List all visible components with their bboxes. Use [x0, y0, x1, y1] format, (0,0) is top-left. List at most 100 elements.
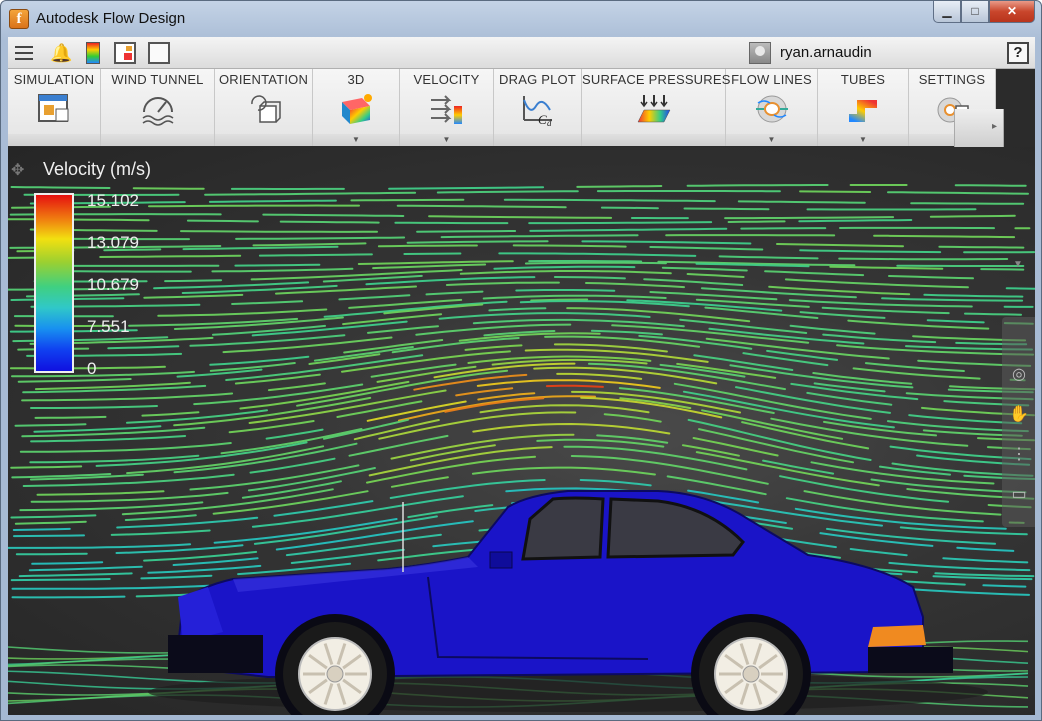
flow-line	[391, 337, 520, 354]
flow-line	[784, 278, 969, 289]
flow-line	[929, 214, 1016, 218]
legend-color-bar	[34, 193, 74, 373]
client-area: 🔔 ryan.arnaudin ? SIMULATION WIND TUNNEL O…	[8, 37, 1035, 715]
flow-line	[388, 186, 545, 190]
flow-line	[252, 242, 367, 247]
ribbon-orientation-button[interactable]: ORIENTATION	[215, 69, 313, 146]
flow-line	[727, 220, 786, 223]
car-taillight	[868, 625, 926, 647]
ribbon-drag-plot-button[interactable]: DRAG PLOT Cd	[494, 69, 582, 146]
flow-line	[515, 289, 616, 292]
flow-line	[1005, 287, 1035, 290]
ribbon-dropdown-arrow[interactable]: ▼	[818, 134, 908, 146]
flow-line	[934, 572, 1035, 578]
flow-line	[416, 230, 517, 233]
flow-line	[110, 529, 211, 536]
move-icon[interactable]: ✥	[11, 160, 24, 180]
minimize-button[interactable]: ▁	[933, 1, 961, 23]
ribbon-dropdown-arrow[interactable]: ▼	[726, 134, 817, 146]
flow-line	[367, 325, 439, 334]
flow-line	[440, 234, 639, 239]
flow-line	[231, 300, 304, 305]
flow-line	[683, 207, 770, 211]
flow-line	[459, 270, 672, 275]
ribbon-label: TUBES	[840, 72, 886, 87]
pan-hand-icon[interactable]: ✋	[1009, 405, 1029, 425]
flow-line	[585, 282, 685, 289]
panel-icon[interactable]	[148, 42, 170, 64]
flow-line	[798, 219, 913, 223]
flow-line	[204, 191, 417, 196]
flow-line	[881, 297, 1024, 302]
orientation-cube-icon	[246, 92, 282, 126]
flow-line	[590, 329, 663, 336]
flow-line	[529, 227, 728, 232]
ribbon-label: SURFACE PRESSURES	[582, 72, 731, 87]
close-button[interactable]: ✕	[989, 1, 1035, 23]
flow-line	[686, 184, 829, 187]
flow-line	[14, 423, 87, 427]
ribbon-simulation-button[interactable]: SIMULATION	[8, 69, 101, 146]
flow-line	[776, 243, 904, 248]
flow-line	[954, 184, 1027, 187]
wind-cone-icon[interactable]: 🔔	[50, 42, 72, 64]
flow-line	[279, 220, 380, 224]
zoom-icon[interactable]: ⋮	[1009, 445, 1029, 465]
ribbon-label: ORIENTATION	[218, 72, 309, 87]
flow-line	[30, 405, 158, 409]
flow-line	[600, 206, 659, 210]
flow-lines-icon	[754, 92, 790, 126]
wheel-front-hub	[326, 665, 344, 683]
flow-line	[493, 265, 636, 270]
flow-line	[576, 185, 663, 188]
flow-line	[13, 534, 85, 538]
legend-toggle-icon[interactable]	[86, 42, 100, 64]
avatar[interactable]	[749, 42, 771, 64]
help-button[interactable]: ?	[1007, 42, 1029, 64]
flow-line	[348, 434, 449, 457]
flow-line	[742, 352, 829, 367]
fit-view-icon[interactable]: ▭	[1009, 485, 1029, 505]
maximize-button[interactable]: □	[961, 1, 989, 23]
flow-line	[764, 270, 865, 277]
ribbon-velocity-button[interactable]: VELOCITY ▼	[400, 69, 494, 146]
tubes-icon	[845, 92, 881, 126]
flow-line	[220, 428, 363, 455]
ribbon-3d-button[interactable]: 3D ▼	[313, 69, 400, 146]
flow-line	[33, 425, 162, 433]
3d-cube-icon	[338, 92, 374, 126]
ribbon-dropdown-arrow[interactable]: ▼	[313, 134, 399, 146]
flow-line	[524, 261, 667, 265]
ribbon-footer	[494, 134, 581, 146]
ribbon-label: SIMULATION	[13, 72, 95, 87]
flow-line	[211, 267, 354, 273]
collapse-panel-icon[interactable]: ▼	[1013, 259, 1023, 270]
flow-line	[821, 306, 950, 315]
3d-viewport[interactable]: ✥ Velocity (m/s) 15.102 13.079 10.679 7.…	[8, 147, 1035, 715]
flow-line	[619, 397, 692, 410]
ribbon-scroll-button[interactable]: ▸	[954, 109, 1004, 151]
ribbon-flow-lines-button[interactable]: FLOW LINES ▼	[726, 69, 818, 146]
flow-line	[8, 543, 192, 549]
flow-line	[140, 574, 213, 580]
ribbon-label: DRAG PLOT	[499, 72, 576, 87]
orbit-icon[interactable]: ◎	[1009, 365, 1029, 385]
flow-line	[864, 362, 965, 372]
flow-line	[338, 294, 411, 301]
title-bar[interactable]: f Autodesk Flow Design ▁ □ ✕	[1, 1, 1041, 37]
layout-icon[interactable]	[114, 42, 136, 64]
ribbon-surface-pressures-button[interactable]: SURFACE PRESSURES	[582, 69, 731, 146]
flow-line	[982, 584, 1027, 588]
flow-line	[428, 215, 613, 219]
menu-icon[interactable]	[13, 42, 35, 64]
ribbon-label: SETTINGS	[918, 72, 986, 87]
flow-line	[686, 273, 745, 278]
user-name[interactable]: ryan.arnaudin	[780, 44, 872, 61]
flow-line	[788, 299, 973, 308]
flow-line	[36, 490, 165, 496]
ribbon-tubes-button[interactable]: TUBES ▼	[818, 69, 909, 146]
flow-line	[383, 303, 484, 315]
ribbon-wind-tunnel-button[interactable]: WIND TUNNEL	[101, 69, 215, 146]
flow-line	[528, 221, 713, 225]
ribbon-dropdown-arrow[interactable]: ▼	[400, 134, 493, 146]
